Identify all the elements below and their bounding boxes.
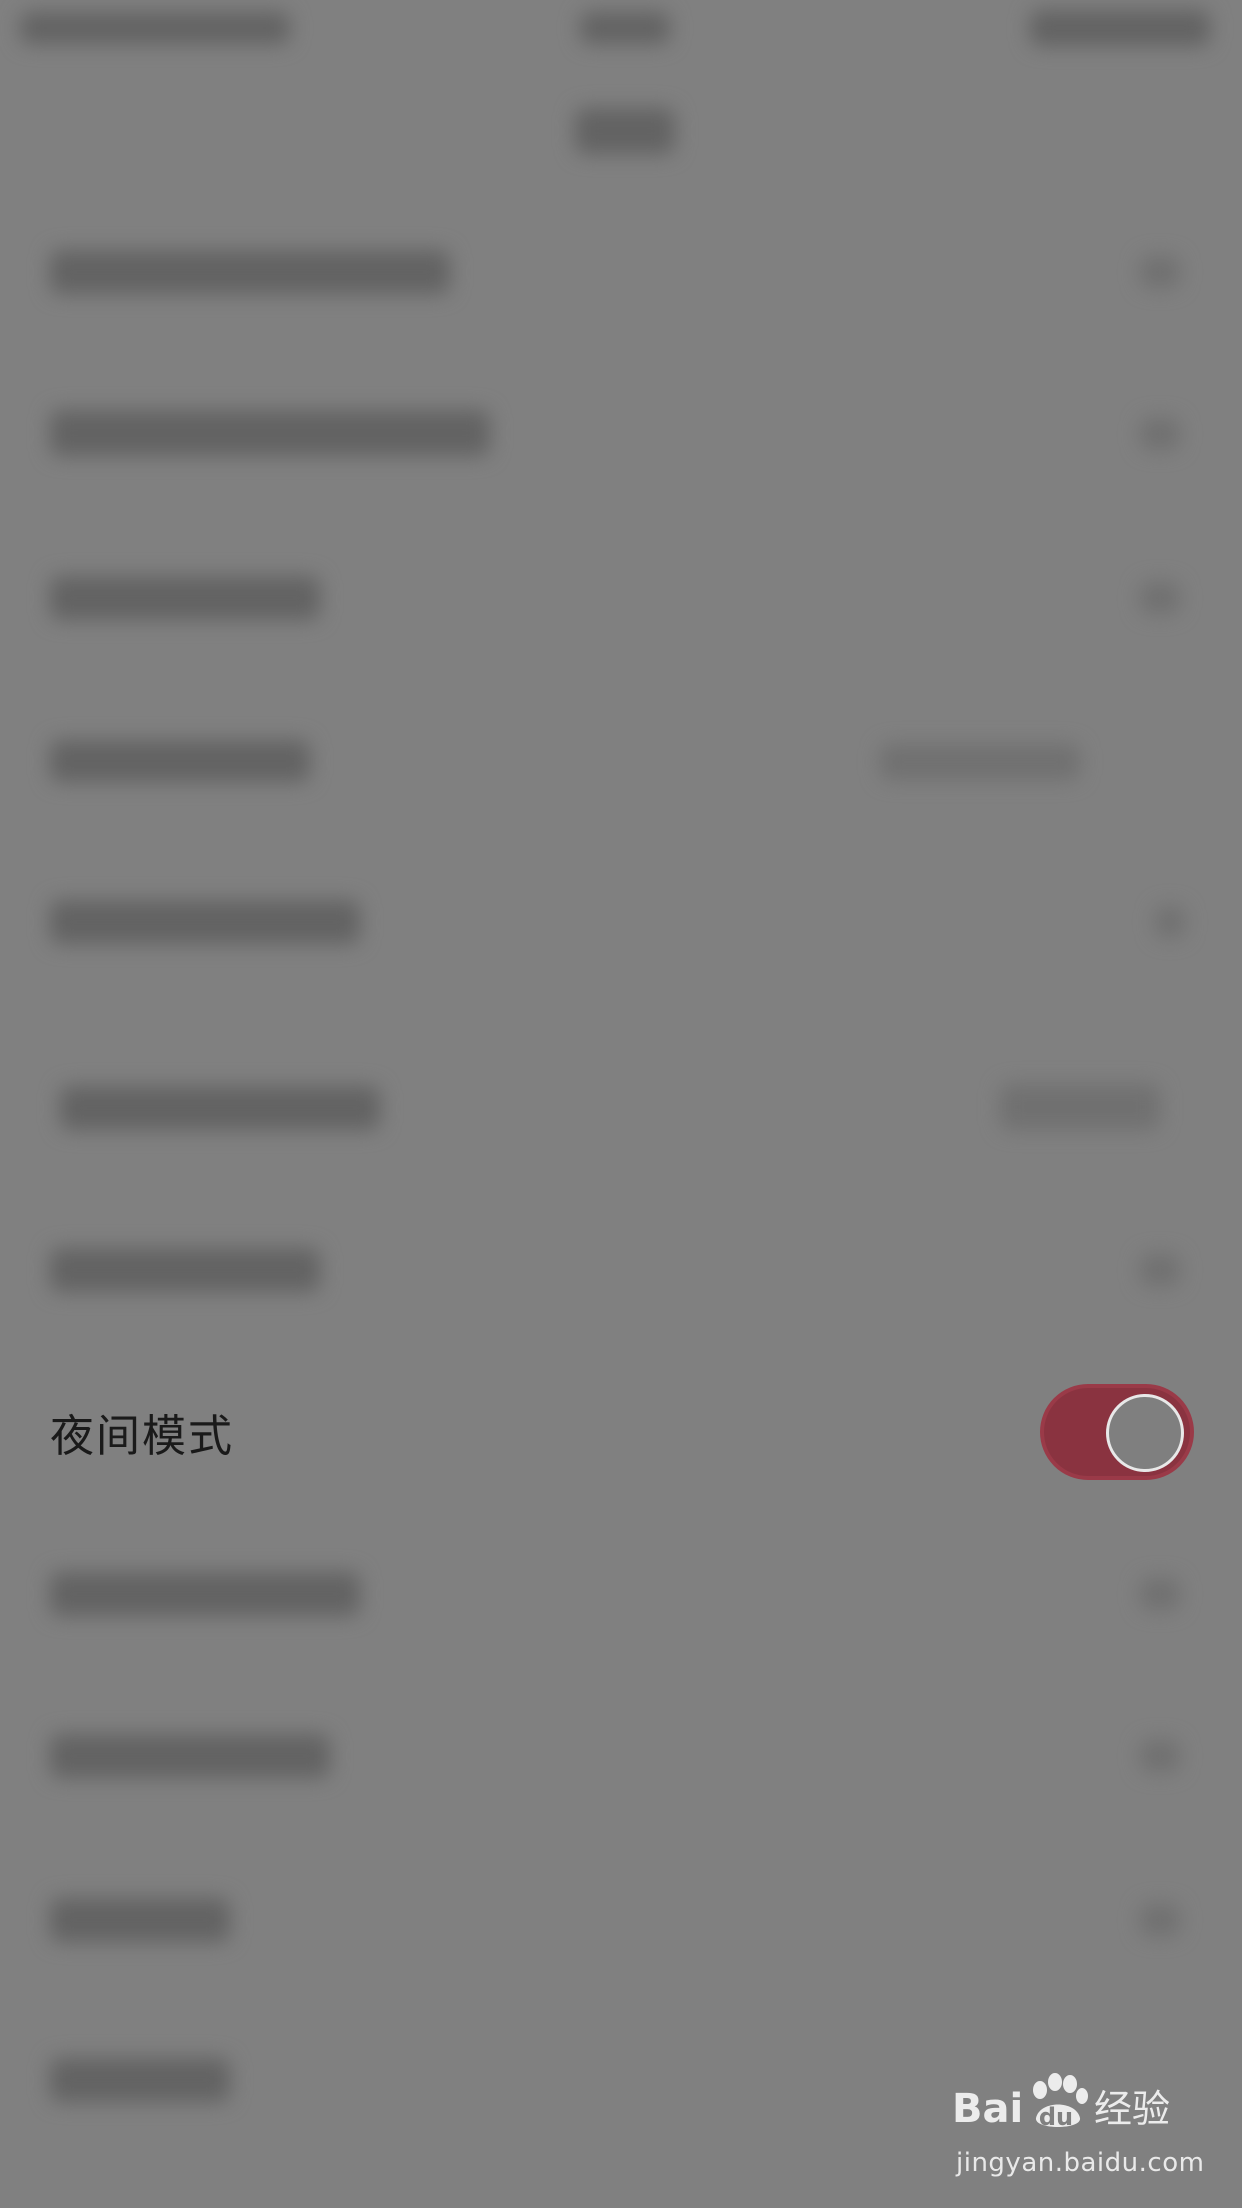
status-bar-blur-center — [580, 12, 670, 44]
row-blur-7 — [50, 1248, 320, 1292]
watermark-url: jingyan.baidu.com — [956, 2148, 1205, 2178]
row-blur-1 — [50, 250, 450, 294]
svg-text:经验: 经验 — [1094, 2087, 1170, 2131]
row-blur-12 — [50, 2058, 230, 2102]
row-blur-2 — [50, 410, 490, 456]
svg-text:Bai: Bai — [952, 2086, 1023, 2132]
row-blur-3 — [50, 576, 320, 620]
baidu-logo-icon: Bai du 经验 — [952, 2073, 1170, 2132]
blurred-background — [0, 0, 1242, 2208]
svg-text:du: du — [1039, 2103, 1073, 2131]
nav-title-blur — [575, 108, 675, 154]
night-mode-row: 夜间模式 — [0, 1372, 1242, 1492]
status-bar-blur-left — [20, 12, 290, 44]
row-blur-4 — [50, 740, 310, 782]
row-blur-10 — [50, 1734, 330, 1778]
status-bar-blur-right — [1030, 10, 1210, 46]
row-blur-10-right — [1140, 1740, 1180, 1772]
row-blur-5-right — [1155, 906, 1185, 938]
row-blur-2-right — [1140, 418, 1180, 450]
row-blur-11 — [50, 1898, 230, 1942]
baidu-jingyan-watermark: Bai du 经验 jingyan.baidu.com — [952, 2070, 1204, 2188]
toggle-knob[interactable] — [1106, 1394, 1184, 1472]
row-blur-11-right — [1140, 1904, 1180, 1936]
row-blur-9-right — [1140, 1578, 1180, 1610]
row-blur-6 — [60, 1086, 380, 1130]
row-blur-1-right — [1140, 256, 1180, 288]
row-blur-6-right — [1000, 1084, 1160, 1130]
night-mode-label: 夜间模式 — [50, 1411, 234, 1462]
row-blur-9 — [50, 1572, 360, 1616]
row-blur-3-right — [1140, 582, 1180, 614]
row-blur-5 — [50, 900, 360, 944]
row-blur-7-right — [1140, 1254, 1180, 1286]
night-mode-toggle[interactable] — [1040, 1384, 1194, 1480]
row-blur-4-right — [880, 744, 1080, 780]
